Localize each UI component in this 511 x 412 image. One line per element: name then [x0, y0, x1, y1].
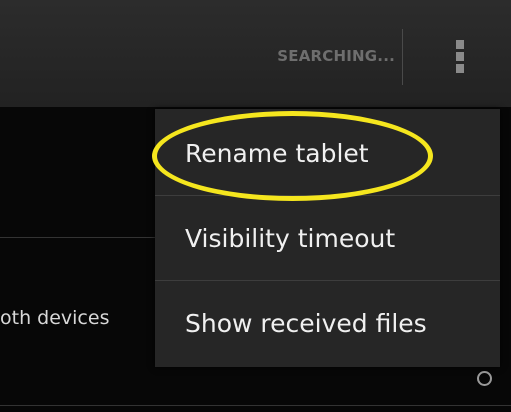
list-item-label: oth devices: [0, 307, 110, 329]
menu-item-show-received-files[interactable]: Show received files: [155, 281, 500, 365]
searching-status: SEARCHING...: [277, 47, 395, 65]
action-bar-divider: [402, 29, 403, 85]
overflow-menu-button[interactable]: [440, 25, 480, 85]
menu-item-label: Visibility timeout: [185, 223, 396, 253]
menu-item-label: Show received files: [185, 308, 427, 338]
menu-item-visibility-timeout[interactable]: Visibility timeout: [155, 196, 500, 280]
list-divider: [0, 237, 160, 238]
overflow-menu: Rename tablet Visibility timeout Show re…: [155, 109, 500, 367]
screen: SEARCHING... oth devices Rename tablet V…: [0, 0, 511, 412]
list-divider: [0, 405, 511, 406]
radio-button-icon[interactable]: [477, 371, 492, 386]
menu-item-label: Rename tablet: [185, 138, 369, 168]
action-bar: SEARCHING...: [0, 0, 511, 107]
menu-item-rename-tablet[interactable]: Rename tablet: [155, 111, 500, 195]
